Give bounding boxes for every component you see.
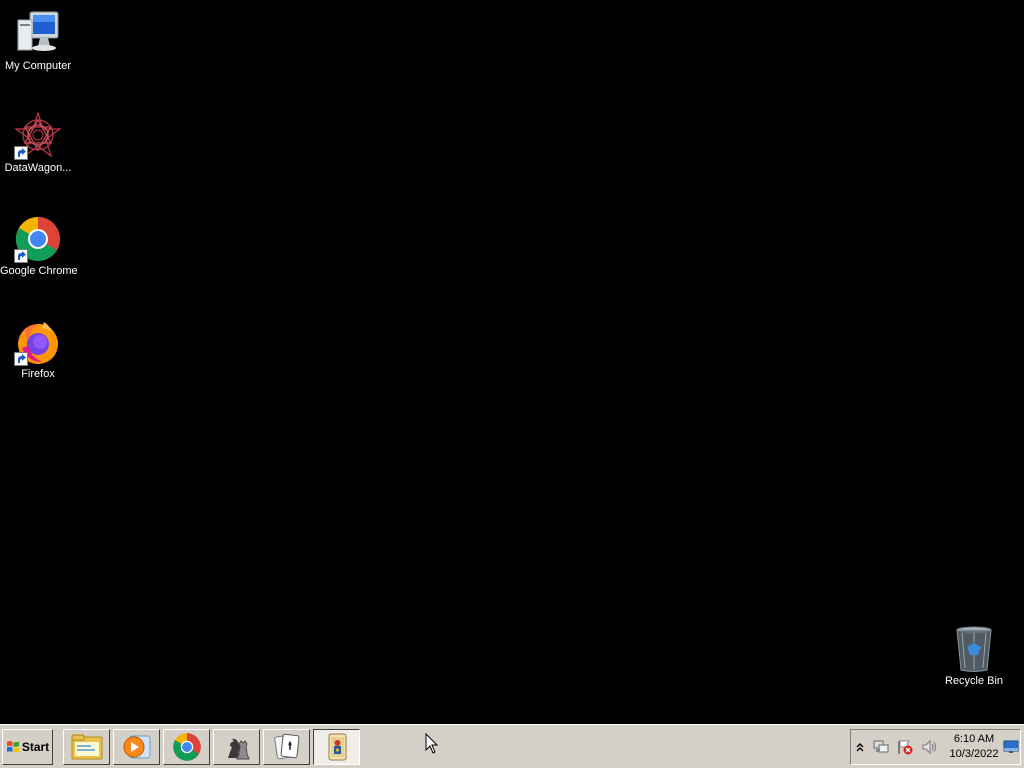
media-player-icon	[123, 735, 150, 759]
taskbar-solitaire-button[interactable]	[263, 729, 310, 765]
chrome-icon	[172, 733, 201, 761]
show-hidden-icons-icon[interactable]	[855, 740, 865, 758]
taskbar-chess-button[interactable]	[213, 729, 260, 765]
shortcut-arrow-icon	[14, 249, 28, 263]
chrome-icon	[14, 215, 62, 263]
clock-date[interactable]: 10/3/2022	[943, 748, 1005, 760]
mouse-cursor-icon	[425, 732, 439, 760]
volume-icon[interactable]	[921, 739, 939, 760]
action-center-icon[interactable]	[897, 739, 913, 760]
desktop-icon-firefox[interactable]: Firefox	[0, 318, 76, 381]
desktop-icon-label: Google Chrome	[0, 265, 78, 277]
firefox-icon	[14, 318, 62, 366]
taskbar-media-player-button[interactable]	[113, 729, 160, 765]
desktop: My Computer DataWagon... Google Chrome F…	[0, 0, 1024, 724]
desktop-icon-label: Recycle Bin	[944, 675, 1004, 687]
chess-icon	[227, 738, 250, 760]
shortcut-arrow-icon	[14, 352, 28, 366]
desktop-icon-label: Firefox	[21, 368, 55, 380]
show-desktop-icon[interactable]	[1003, 740, 1019, 759]
computer-icon	[14, 10, 62, 58]
taskbar-file-explorer-button[interactable]	[63, 729, 110, 765]
system-tray: 6:10 AM 10/3/2022	[850, 729, 1021, 765]
start-label: Start	[21, 740, 50, 754]
file-explorer-icon	[71, 734, 102, 760]
taskbar-card-game-button[interactable]	[313, 729, 360, 765]
desktop-icon-recycle-bin[interactable]: Recycle Bin	[936, 625, 1012, 688]
shortcut-arrow-icon	[14, 146, 28, 160]
datawagon-icon	[14, 112, 62, 160]
windows-logo-icon	[6, 741, 19, 753]
taskbar-chrome-button[interactable]	[163, 729, 210, 765]
desktop-icon-my-computer[interactable]: My Computer	[0, 10, 76, 73]
recycle-bin-icon	[950, 625, 998, 673]
clock-time[interactable]: 6:10 AM	[943, 733, 1005, 745]
desktop-icon-label: DataWagon...	[4, 162, 72, 174]
network-icon[interactable]	[873, 739, 889, 760]
card-game-icon	[328, 733, 346, 761]
desktop-icon-datawagon[interactable]: DataWagon...	[0, 112, 76, 175]
desktop-icon-google-chrome[interactable]: Google Chrome	[0, 215, 78, 278]
start-button[interactable]: Start	[2, 729, 53, 765]
desktop-icon-label: My Computer	[4, 60, 72, 72]
taskbar: Start 6:10 AM 10/3/2022	[0, 724, 1024, 768]
solitaire-icon	[273, 733, 299, 760]
